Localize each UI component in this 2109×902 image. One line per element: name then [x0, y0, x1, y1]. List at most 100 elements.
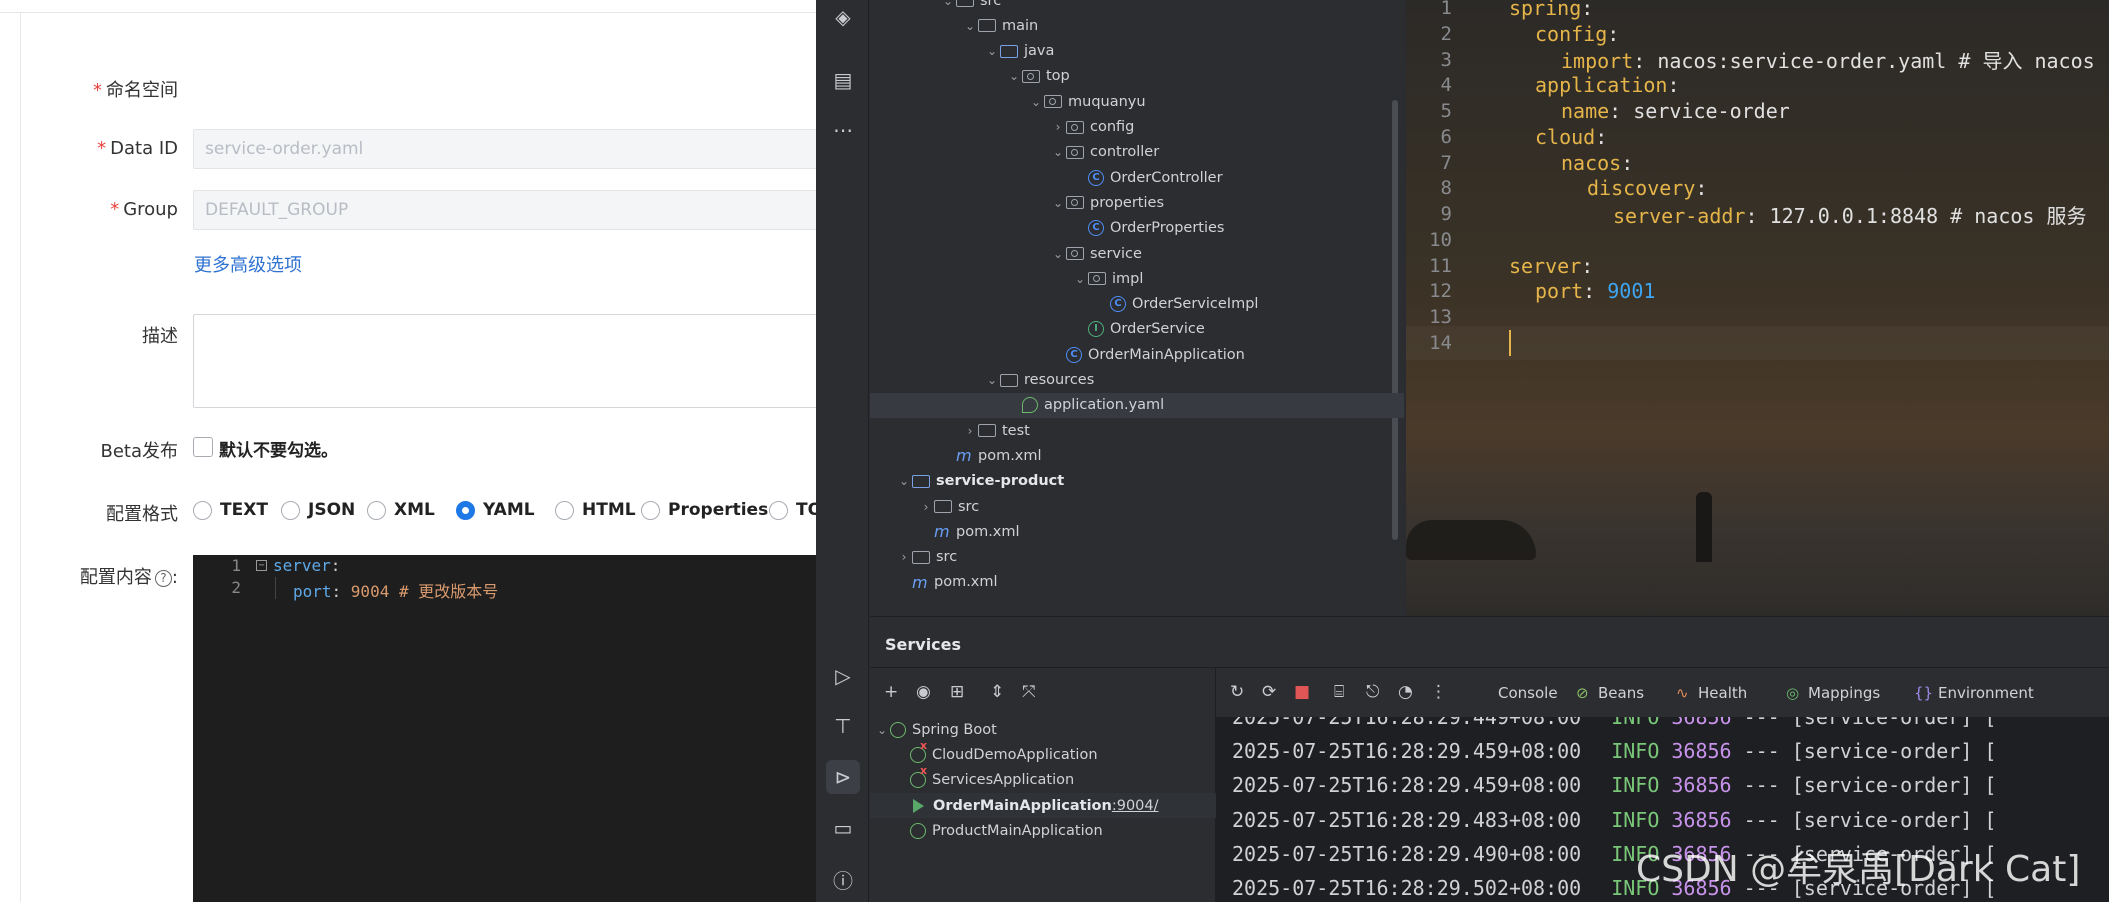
eye-icon[interactable]: ◉: [916, 682, 931, 702]
chevron-down-icon[interactable]: ⌄: [1028, 95, 1044, 109]
ide-window: ◈ ▤ ⋯ ▷ ⊤ ⊳ ▭ ⓘ ⌄ src ⌄ main ⌄ java ⌄ top ⌄ muqua…: [816, 0, 2109, 902]
chevron-right-icon[interactable]: ›: [1050, 120, 1066, 134]
tree-item[interactable]: application.yaml: [870, 392, 1404, 418]
camera-icon[interactable]: ⌸: [1334, 682, 1344, 702]
log-line: 2025-07-25T16:28:29.483+08:00 INFO 36856 --…: [1232, 803, 1996, 837]
tree-item[interactable]: ⌄ main: [870, 13, 1404, 38]
format-radio-json[interactable]: JSON: [281, 500, 355, 520]
service-item[interactable]: ServicesApplication: [870, 764, 1216, 793]
radio-circle[interactable]: [281, 500, 300, 520]
radio-circle[interactable]: [456, 500, 475, 520]
tree-item[interactable]: ⌄ top: [870, 64, 1404, 89]
help-icon[interactable]: ?: [154, 569, 172, 587]
package-icon: [1066, 196, 1084, 210]
tree-item-label: properties: [1090, 194, 1164, 211]
tree-item[interactable]: ⌄ properties: [870, 190, 1404, 215]
chevron-down-icon[interactable]: ⌄: [1006, 69, 1022, 83]
service-item[interactable]: OrderMainApplication:9004/: [870, 793, 1216, 818]
chevron-down-icon[interactable]: ⌄: [896, 474, 912, 488]
format-radio-yaml[interactable]: YAML: [456, 500, 535, 520]
tab-mappings[interactable]: Mappings: [1808, 684, 1880, 702]
rerun-icon[interactable]: ↻: [1230, 682, 1244, 702]
tree-item[interactable]: m pom.xml: [870, 519, 1404, 544]
tree-item[interactable]: ⌄ impl: [870, 266, 1404, 291]
collapse-icon[interactable]: ⤧: [1022, 682, 1036, 702]
tree-item[interactable]: C OrderServiceImpl: [870, 292, 1404, 317]
chevron-down-icon[interactable]: ⌄: [874, 723, 890, 737]
folder-icon: [978, 424, 996, 438]
format-radio-html[interactable]: HTML: [555, 500, 636, 520]
radio-circle[interactable]: [367, 500, 386, 520]
build-icon[interactable]: ⊤: [826, 709, 860, 743]
tree-item[interactable]: ⌄ src: [870, 0, 1404, 13]
problems-icon[interactable]: ⓘ: [826, 862, 860, 896]
tree-item[interactable]: › src: [870, 545, 1404, 570]
mappings-icon: ◎: [1786, 684, 1800, 702]
chevron-right-icon[interactable]: ›: [918, 500, 934, 514]
tree-item-label: OrderProperties: [1110, 220, 1225, 237]
advanced-options-link[interactable]: 更多高级选项: [194, 251, 302, 277]
tab-beans[interactable]: Beans: [1598, 684, 1644, 702]
chevron-down-icon[interactable]: ⌄: [962, 19, 978, 33]
beta-checkbox[interactable]: [193, 437, 213, 457]
chevron-down-icon[interactable]: ⌄: [984, 373, 1000, 387]
description-textarea[interactable]: [193, 314, 833, 408]
exit-icon[interactable]: ⎋: [1366, 682, 1379, 702]
services-icon[interactable]: ⊳: [826, 760, 860, 794]
chevron-down-icon[interactable]: ⌄: [940, 0, 956, 8]
tab-health[interactable]: Health: [1698, 684, 1747, 702]
restart-icon[interactable]: ⟳: [1262, 682, 1276, 702]
tree-item[interactable]: › config: [870, 115, 1404, 140]
expand-icon[interactable]: ⇕: [990, 682, 1004, 702]
tab-console[interactable]: Console: [1498, 684, 1558, 702]
tree-item-label: pom.xml: [934, 574, 998, 591]
code-editor[interactable]: 1 spring: 2 config: 3 import: nacos:service-o…: [1406, 0, 2109, 616]
tree-item[interactable]: ⌄ muquanyu: [870, 89, 1404, 114]
gauge-icon[interactable]: ◔: [1398, 682, 1413, 702]
format-radio-properties[interactable]: Properties: [641, 500, 768, 520]
format-radio-to[interactable]: TO: [769, 500, 822, 520]
chevron-down-icon[interactable]: ⌄: [1072, 272, 1088, 286]
chevron-down-icon[interactable]: ⌄: [984, 44, 1000, 58]
tree-item[interactable]: ⌄ resources: [870, 368, 1404, 393]
format-radio-xml[interactable]: XML: [367, 500, 435, 520]
tree-item[interactable]: › src: [870, 494, 1404, 519]
config-content-editor[interactable]: 1 − server: 2 port: 9004 # 更改版本号: [193, 555, 833, 902]
tree-item[interactable]: › test: [870, 418, 1404, 443]
dataid-input[interactable]: service-order.yaml: [193, 129, 833, 169]
run-icon[interactable]: ▷: [826, 659, 860, 693]
new-group-icon[interactable]: ⊞: [950, 682, 964, 702]
stop-icon[interactable]: ■: [1294, 682, 1310, 702]
tree-item[interactable]: C OrderMainApplication: [870, 342, 1404, 367]
tree-item[interactable]: C OrderProperties: [870, 216, 1404, 241]
tree-item[interactable]: m pom.xml: [870, 570, 1404, 595]
tab-environment[interactable]: Environment: [1938, 684, 2034, 702]
chevron-right-icon[interactable]: ›: [896, 550, 912, 564]
chevron-right-icon[interactable]: ›: [962, 424, 978, 438]
chevron-down-icon[interactable]: ⌄: [1050, 145, 1066, 159]
radio-circle[interactable]: [769, 500, 788, 520]
content-label-box: 配置内容?:: [30, 563, 178, 595]
group-input[interactable]: DEFAULT_GROUP: [193, 190, 833, 230]
tree-item[interactable]: m pom.xml: [870, 443, 1404, 468]
add-icon[interactable]: +: [884, 682, 898, 702]
fold-icon[interactable]: −: [256, 560, 267, 571]
format-radio-text[interactable]: TEXT: [193, 500, 268, 520]
service-item[interactable]: ProductMainApplication: [870, 819, 1216, 844]
terminal-icon[interactable]: ▭: [826, 811, 860, 845]
tree-item[interactable]: ⌄ java: [870, 39, 1404, 64]
chevron-down-icon[interactable]: ⌄: [1050, 196, 1066, 210]
tree-item[interactable]: I OrderService: [870, 317, 1404, 342]
tree-item[interactable]: ⌄ service: [870, 241, 1404, 266]
ide-logo-icon[interactable]: ◈: [826, 0, 860, 34]
structure-icon[interactable]: ▤: [826, 63, 860, 97]
radio-circle[interactable]: [555, 500, 574, 520]
radio-circle[interactable]: [193, 500, 212, 520]
radio-circle[interactable]: [641, 500, 660, 520]
more-icon[interactable]: ⋯: [826, 113, 860, 147]
tree-item[interactable]: ⌄ controller: [870, 140, 1404, 165]
chevron-down-icon[interactable]: ⌄: [1050, 247, 1066, 261]
tree-item[interactable]: ⌄ service-product: [870, 469, 1404, 494]
tree-item[interactable]: C OrderController: [870, 165, 1404, 190]
kebab-icon[interactable]: ⋮: [1430, 682, 1447, 702]
